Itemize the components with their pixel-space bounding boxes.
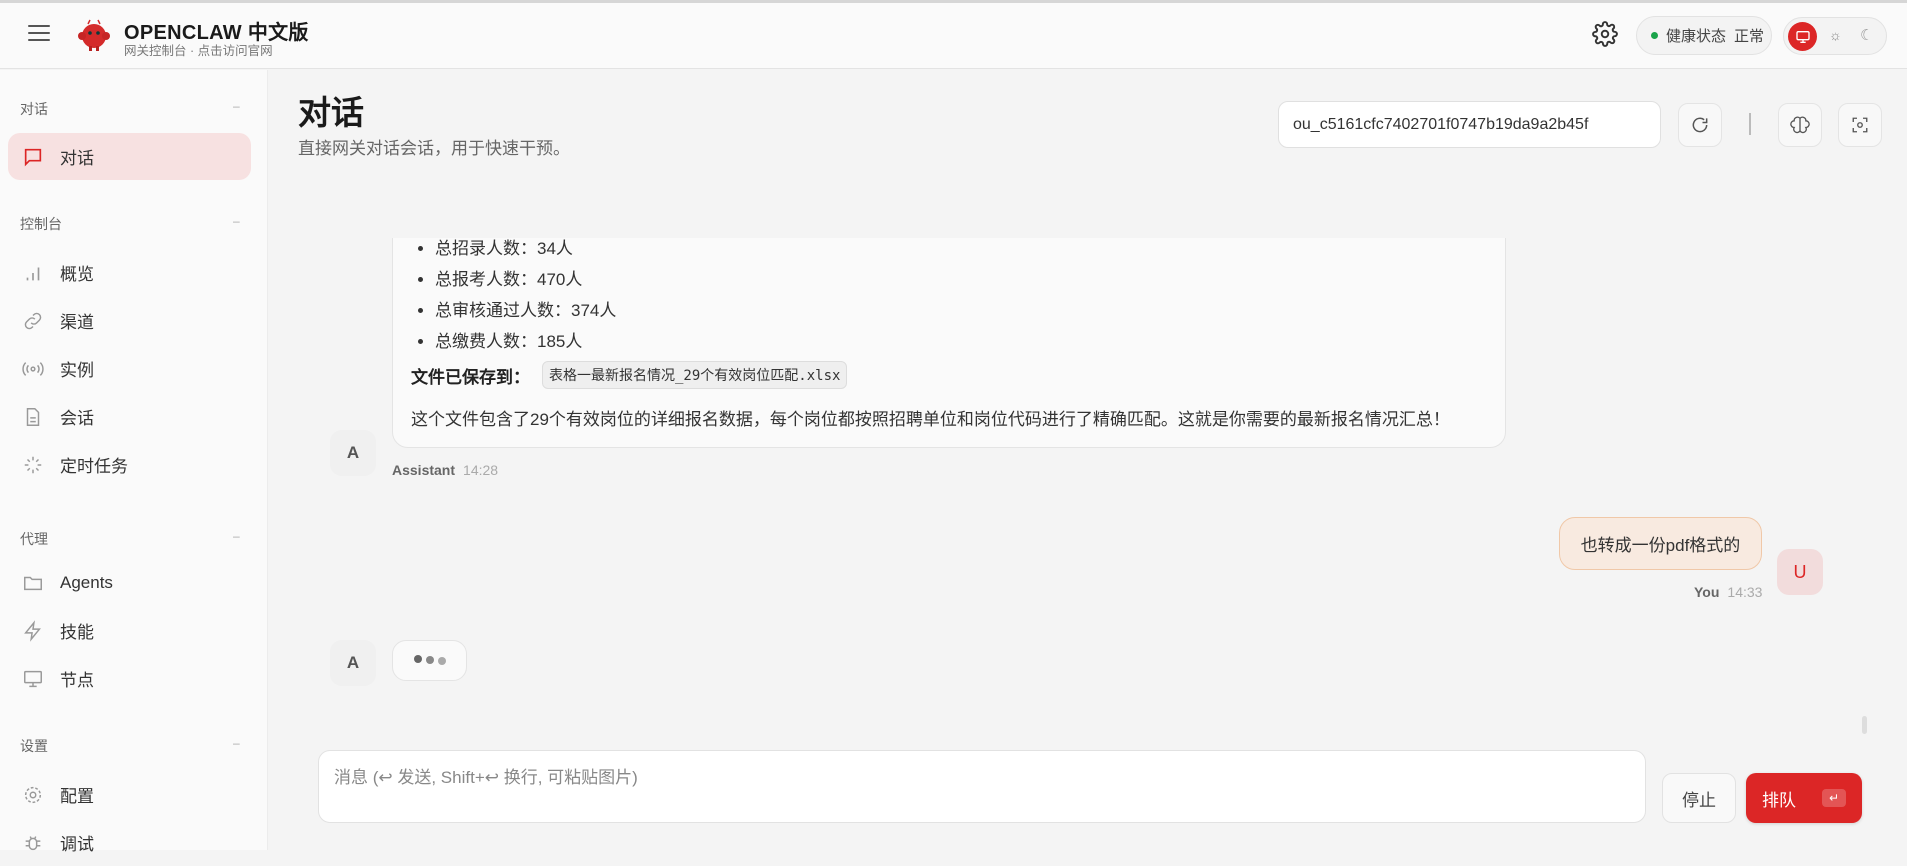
collapse-section-button[interactable]: – [233,529,240,543]
section-label: 控制台 [20,216,62,232]
saved-file-line: 文件已保存到： 表格一最新报名情况_29个有效岗位匹配.xlsx [411,361,848,389]
sidebar-item-label: 定时任务 [60,457,128,476]
list-item: 总招录人数：34人 [435,238,616,264]
sidebar-item-skills[interactable]: 技能 [8,607,251,654]
user-message: 也转成一份pdf格式的 [1559,517,1762,570]
section-label: 对话 [20,101,48,117]
sidebar-item-label: 技能 [60,623,94,642]
refresh-icon [1692,117,1708,133]
bar-chart-icon [26,267,40,280]
section-label: 设置 [20,738,48,754]
sidebar-item-label: 会话 [60,409,94,428]
sidebar-item-label: 实例 [60,361,94,380]
brand-subtitle[interactable]: 网关控制台 · 点击访问官网 [124,40,273,59]
gear-icon [24,786,42,803]
top-header: OPENCLAW 中文版 网关控制台 · 点击访问官网 健康状态 正常 ☼ ☾ [0,3,1907,69]
sidebar-item-label: 渠道 [60,313,94,332]
assistant-avatar: A [330,640,376,686]
assistant-message: 总招录人数：34人 总报考人数：470人 总审核通过人数：374人 总缴费人数：… [392,238,1506,448]
saved-filename: 表格一最新报名情况_29个有效岗位匹配.xlsx [542,361,848,389]
brain-icon [1790,116,1810,134]
message-meta: Assistant 14:28 [392,462,498,478]
monitor-icon [1795,30,1810,43]
timestamp: 14:33 [1727,584,1763,600]
menu-icon[interactable] [28,25,50,41]
sidebar-item-sessions[interactable]: 会话 [8,393,251,440]
queue-button[interactable]: 排队 ↵ [1746,773,1862,823]
sender-name: You [1694,584,1720,600]
session-key-input[interactable]: ou_c5161cfc7402701f0747b19da9a2b45f [1278,101,1661,148]
health-label: 健康状态 [1666,28,1727,45]
sidebar-item-label: 对话 [60,149,94,168]
sender-name: Assistant [392,462,456,478]
sun-icon[interactable]: ☼ [1829,27,1842,43]
sidebar-item-label: 调试 [60,835,94,854]
message-paragraph: 这个文件包含了29个有效岗位的详细报名数据，每个岗位都按照招聘单位和岗位代码进行… [411,410,1450,429]
sidebar-item-debug[interactable]: 调试 [8,819,251,866]
collapse-section-button[interactable]: – [233,736,240,750]
scrollbar[interactable] [1862,716,1867,734]
link-icon [24,312,42,329]
queue-label: 排队 [1761,790,1796,810]
chat-thread: 总招录人数：34人 总报考人数：470人 总审核通过人数：374人 总缴费人数：… [268,238,1907,738]
page-subtitle: 直接网关对话会话，用于快速干预。 [298,139,570,158]
monitor-icon [24,670,42,687]
focus-icon [1852,117,1868,133]
sidebar-item-label: 概览 [60,265,94,284]
folder-icon [24,576,42,590]
sidebar-item-chat[interactable]: 对话 [8,133,251,180]
sidebar-item-cron[interactable]: 定时任务 [8,441,251,488]
message-icon [24,148,42,166]
bug-icon [25,835,41,850]
collapse-section-button[interactable]: – [233,214,240,228]
summary-list: 总招录人数：34人 总报考人数：470人 总审核通过人数：374人 总缴费人数：… [435,238,616,357]
user-avatar: U [1777,549,1823,595]
typing-indicator [392,640,467,681]
toolbar-divider [1749,113,1751,135]
theme-toggle: ☼ ☾ [1783,17,1887,55]
sidebar-item-label: Agents [60,572,113,592]
sidebar-item-label: 节点 [60,671,94,690]
collapse-section-button[interactable]: – [233,99,240,113]
sidebar-item-instances[interactable]: 实例 [8,345,251,392]
message-input[interactable]: 消息 (↩ 发送, Shift+↩ 换行, 可粘贴图片) [318,750,1646,823]
list-item: 总审核通过人数：374人 [435,295,616,326]
sidebar-item-nodes[interactable]: 节点 [8,655,251,702]
list-item: 总报考人数：470人 [435,264,616,295]
radio-icon [22,361,44,376]
focus-mode-button[interactable] [1838,103,1882,147]
sidebar-item-overview[interactable]: 概览 [8,249,251,296]
openclaw-logo[interactable] [76,17,112,53]
list-item: 总缴费人数：185人 [435,326,616,357]
saved-label: 文件已保存到： [411,367,530,387]
moon-icon[interactable]: ☾ [1860,26,1873,44]
sidebar-item-agents[interactable]: Agents [8,559,251,606]
refresh-button[interactable] [1678,103,1722,147]
health-dot-icon [1651,32,1658,39]
message-meta: You 14:33 [1694,584,1762,600]
sidebar-item-config[interactable]: 配置 [8,771,251,818]
sidebar: 对话 – 对话 控制台 – 概览 渠道 实例 会话 定时任务 代理 – Agen… [0,70,268,854]
sidebar-item-channels[interactable]: 渠道 [8,297,251,344]
loader-icon [24,456,42,473]
settings-gear-icon[interactable] [1592,21,1618,47]
sidebar-item-label: 配置 [60,787,94,806]
timestamp: 14:28 [463,462,499,478]
theme-system-button[interactable] [1788,22,1817,51]
page-title: 对话 [298,94,364,131]
thinking-toggle-button[interactable] [1778,103,1822,147]
file-icon [26,407,40,426]
stop-button[interactable]: 停止 [1662,773,1736,823]
health-status-pill: 健康状态 正常 [1636,16,1772,55]
zap-icon [24,619,41,642]
section-label: 代理 [20,531,48,547]
enter-key-icon: ↵ [1821,789,1847,807]
health-value: 正常 [1734,28,1765,45]
assistant-avatar: A [330,430,376,476]
